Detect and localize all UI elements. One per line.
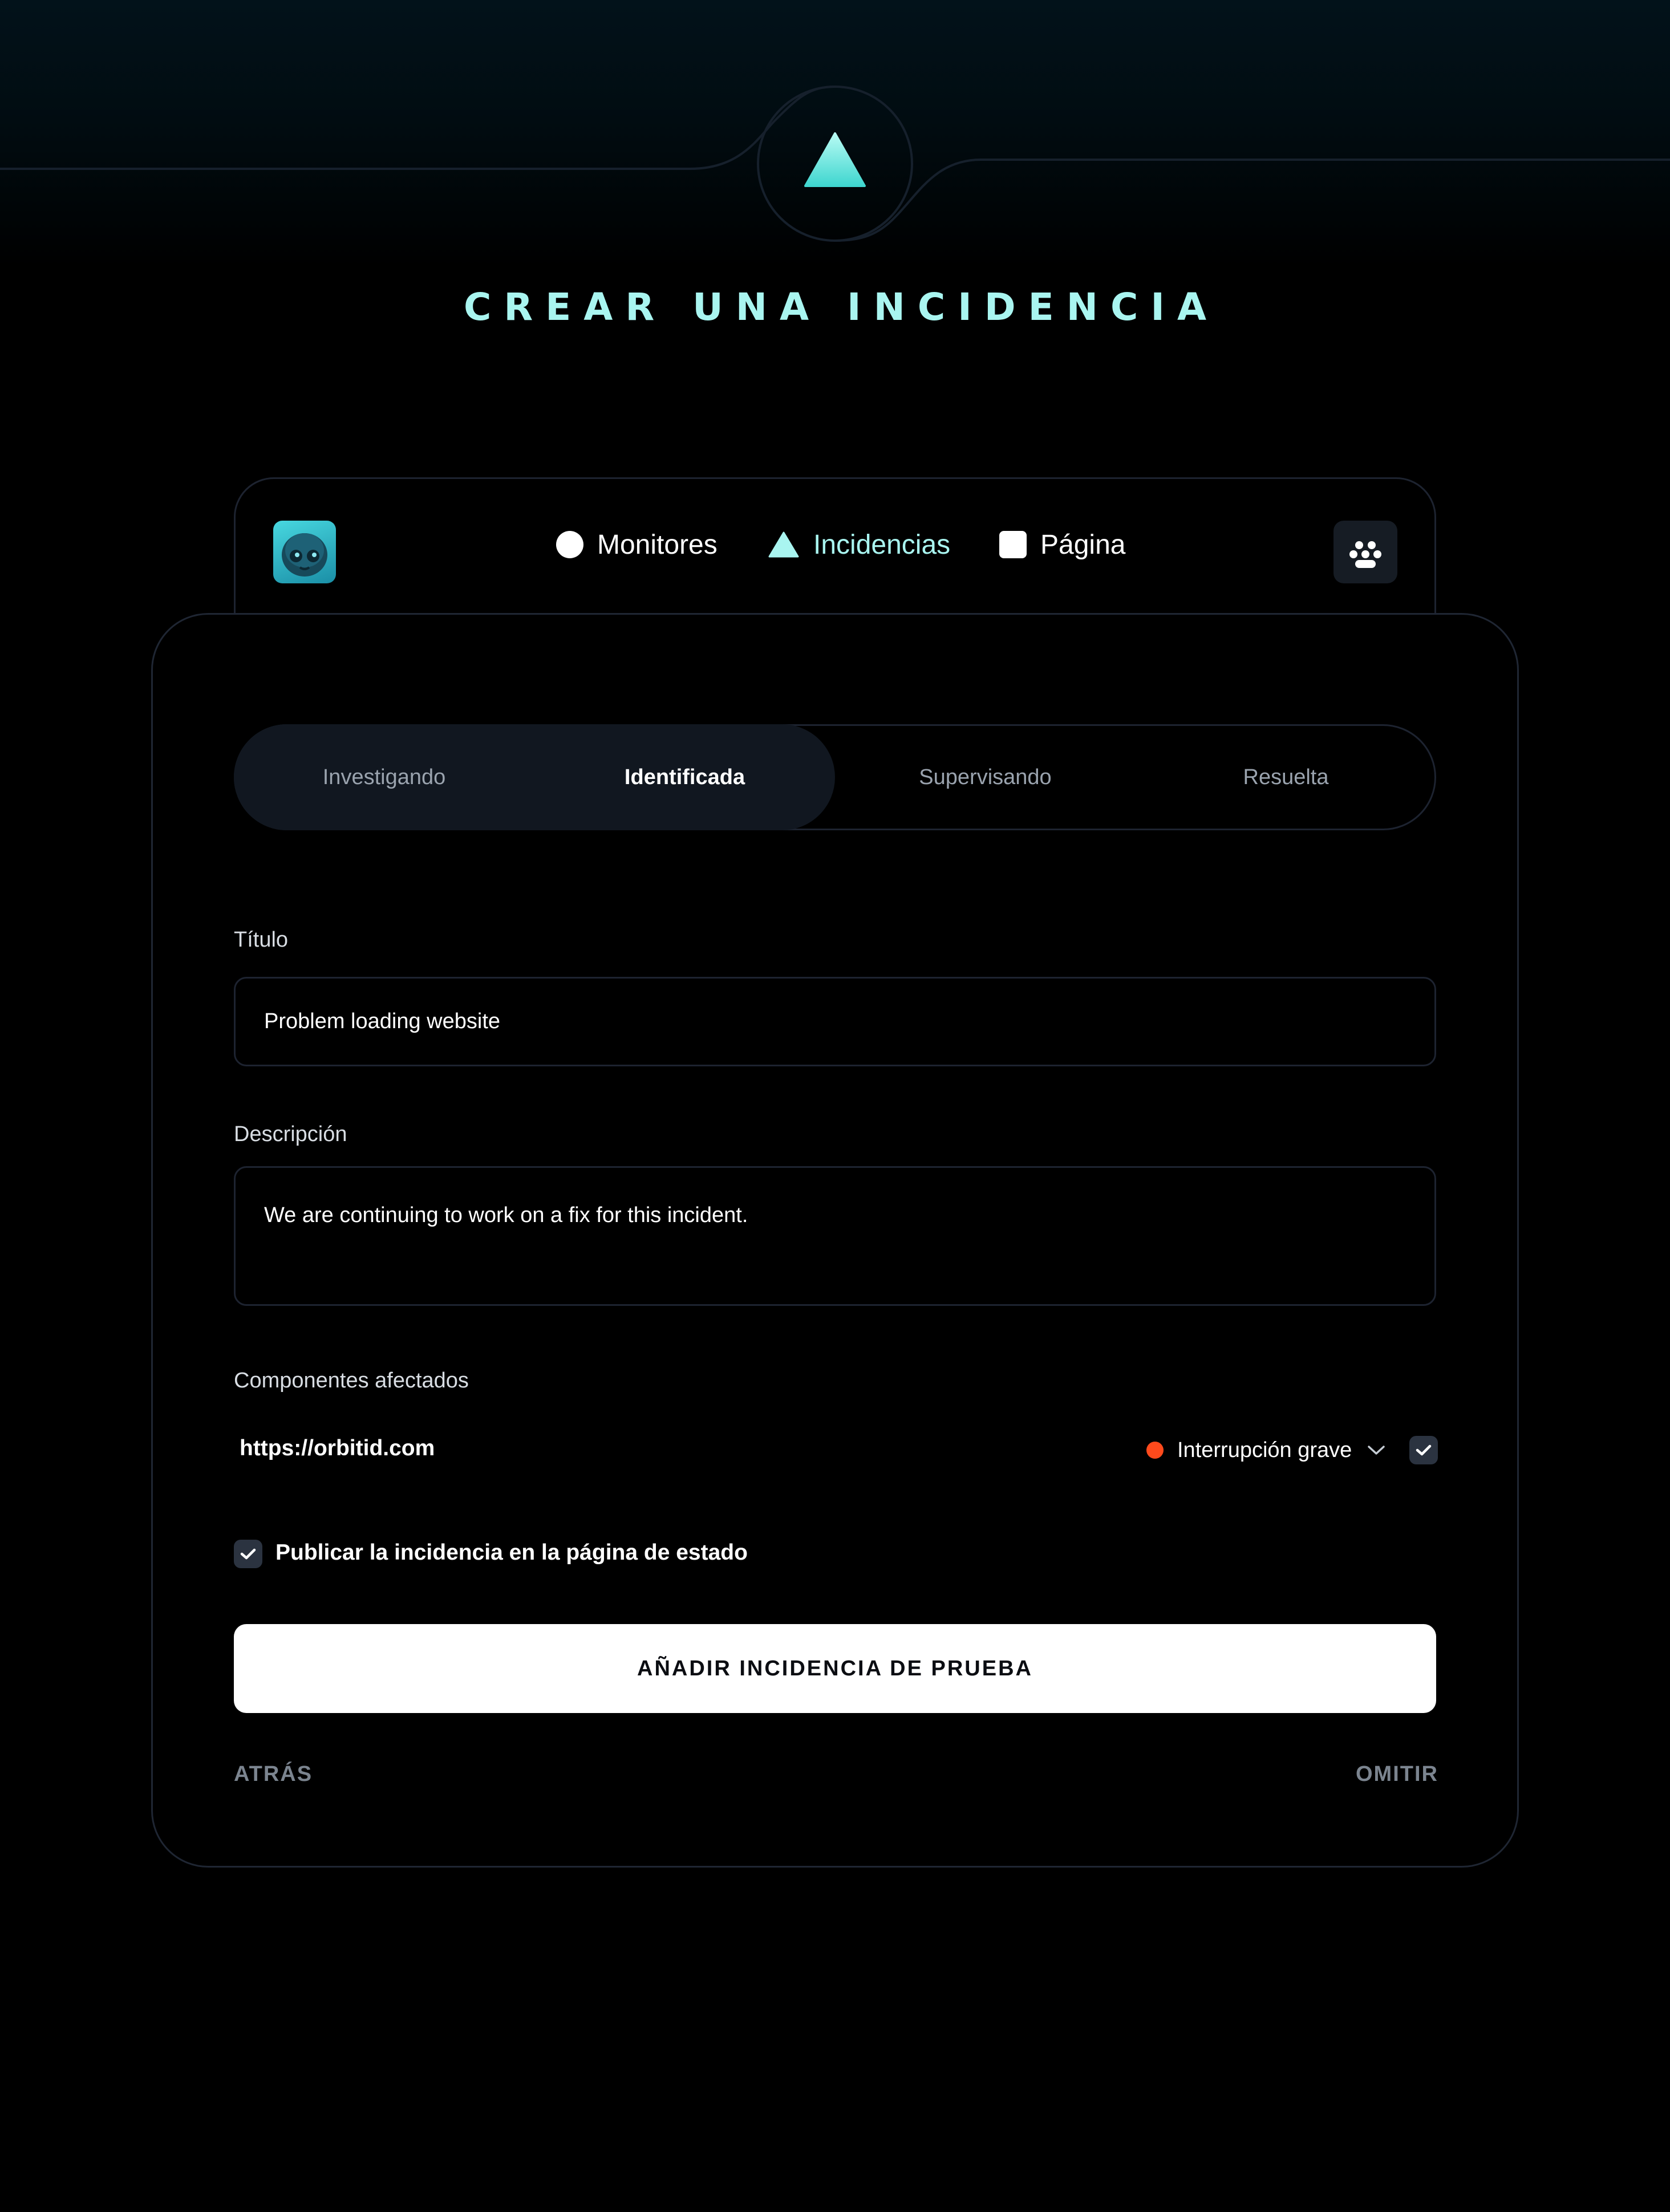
status-step-investigando[interactable]: Investigando <box>234 724 534 830</box>
nav-tabs: Monitores Incidencias Página <box>0 522 1670 567</box>
component-status-select[interactable]: Interrupción grave <box>1146 1430 1386 1470</box>
description-label: Descripción <box>234 1122 347 1146</box>
menu-button[interactable] <box>1333 521 1397 583</box>
circle-icon <box>556 531 583 558</box>
checkmark-icon <box>240 1548 256 1560</box>
chevron-down-icon <box>1368 1446 1385 1455</box>
publish-label[interactable]: Publicar la incidencia en la página de e… <box>275 1540 748 1565</box>
title-input[interactable]: Problem loading website <box>234 977 1436 1066</box>
status-step-supervisando[interactable]: Supervisando <box>835 724 1136 830</box>
component-checkbox[interactable] <box>1409 1436 1438 1464</box>
add-test-incident-button[interactable]: AÑADIR INCIDENCIA DE PRUEBA <box>234 1624 1436 1713</box>
tab-monitores-label: Monitores <box>597 529 718 560</box>
brand-triangle-icon <box>804 132 866 187</box>
component-status-value: Interrupción grave <box>1177 1438 1352 1462</box>
skip-button[interactable]: OMITIR <box>1356 1762 1438 1787</box>
status-step-identificada[interactable]: Identificada <box>534 724 835 830</box>
components-label: Componentes afectados <box>234 1369 469 1393</box>
status-step-resuelta[interactable]: Resuelta <box>1136 724 1436 830</box>
checkmark-icon <box>1416 1444 1432 1456</box>
tab-monitores[interactable]: Monitores <box>556 522 718 567</box>
square-icon <box>999 531 1027 558</box>
status-dot-icon <box>1146 1442 1164 1459</box>
page-title: CREAR UNA INCIDENCIA <box>463 285 1219 329</box>
tab-incidencias-label: Incidencias <box>813 529 951 560</box>
component-url: https://orbitid.com <box>240 1436 435 1460</box>
publish-checkbox[interactable] <box>234 1540 262 1568</box>
dots-grid-icon <box>1349 541 1381 568</box>
tab-pagina[interactable]: Página <box>999 522 1125 567</box>
triangle-icon <box>768 531 799 558</box>
back-button[interactable]: ATRÁS <box>234 1762 313 1787</box>
tab-pagina-label: Página <box>1040 529 1126 560</box>
tab-incidencias[interactable]: Incidencias <box>768 522 950 567</box>
description-textarea[interactable]: We are continuing to work on a fix for t… <box>234 1166 1436 1306</box>
title-label: Título <box>234 928 289 952</box>
